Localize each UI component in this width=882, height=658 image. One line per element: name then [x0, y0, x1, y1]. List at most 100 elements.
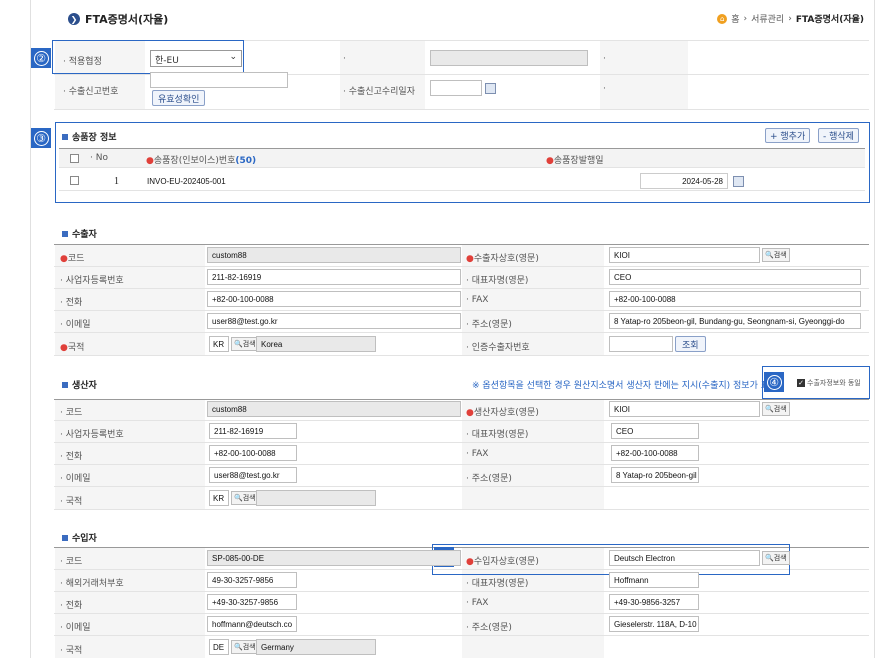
row-checkbox[interactable]	[70, 176, 79, 185]
blank-label: ·	[343, 54, 346, 64]
calendar-icon[interactable]	[485, 83, 496, 94]
exp-cert-field[interactable]	[609, 336, 673, 352]
divider	[54, 109, 869, 110]
page-title-text: FTA증명서(자율)	[85, 13, 169, 26]
prd-name-field[interactable]: KIOI	[609, 401, 760, 417]
agreement-extra-field[interactable]	[430, 50, 588, 66]
breadcrumb-home[interactable]: 홈	[731, 12, 739, 25]
row-invoice[interactable]: INVO-EU-202405-001	[147, 177, 226, 186]
prd-addr-label: · 주소(영문)	[466, 474, 512, 484]
imp-country-label-text: 국적	[65, 646, 83, 656]
prd-bizno-field[interactable]: 211-82-16919	[209, 423, 297, 439]
imp-country-code[interactable]: DE	[209, 639, 229, 655]
same-as-exporter[interactable]: ✓ 수출자정보와 동일	[797, 378, 861, 388]
exp-fax-field[interactable]: +82-00-100-0088	[609, 291, 861, 307]
select-all-checkbox[interactable]	[70, 154, 79, 163]
prd-addr-field[interactable]: 8 Yatap-ro 205beon-gil	[611, 467, 699, 483]
col-date-text: 송품장발행일	[553, 156, 604, 166]
imp-country-name: Germany	[256, 639, 376, 655]
row-date[interactable]: 2024-05-28	[640, 173, 728, 189]
producer-title-text: 생산자	[72, 381, 97, 391]
breadcrumb-docs[interactable]: 서류관리	[751, 12, 784, 25]
exp-country-code[interactable]: KR	[209, 336, 229, 352]
imp-addr-label: · 주소(영문)	[466, 623, 512, 633]
exp-name-field[interactable]: KIOI	[609, 247, 760, 263]
prd-name-label-text: 생산자상호(영문)	[473, 408, 539, 418]
imp-email-field[interactable]: hoffmann@deutsch.co	[207, 616, 297, 632]
breadcrumb-sep: ›	[743, 13, 748, 24]
home-icon[interactable]: ⌂	[717, 13, 728, 24]
lookup-button[interactable]: 조회	[675, 336, 706, 352]
prd-name-label: ●생산자상호(영문)	[466, 405, 539, 418]
imp-country-search-button[interactable]: 🔍검색	[231, 640, 259, 654]
agreement-value: 한-EU	[155, 56, 179, 66]
exp-tel-field[interactable]: +82-00-100-0088	[207, 291, 461, 307]
imp-fax-label: · FAX	[466, 598, 489, 608]
accept-date-label-text: 수출신고수리일자	[348, 87, 415, 97]
prd-email-field[interactable]: user88@test.go.kr	[209, 467, 297, 483]
imp-name-field[interactable]: Deutsch Electron	[609, 550, 760, 566]
delete-row-button[interactable]: - 행삭제	[818, 128, 859, 143]
divider	[54, 509, 869, 510]
imp-name-search-button[interactable]: 🔍검색	[762, 551, 790, 565]
accept-date-label: · 수출신고수리일자	[343, 87, 415, 97]
exp-name-search-button[interactable]: 🔍검색	[762, 248, 790, 262]
prd-code-field[interactable]: custom88	[207, 401, 461, 417]
prd-name-search-button[interactable]: 🔍검색	[762, 402, 790, 416]
callout-2-label: ②	[33, 50, 49, 66]
required-dot-icon: ●	[546, 156, 554, 166]
export-no-input[interactable]	[150, 72, 288, 88]
same-as-exporter-text: 수출자정보와 동일	[807, 379, 861, 387]
prd-country-code[interactable]: KR	[209, 490, 229, 506]
imp-email-label: · 이메일	[60, 623, 91, 633]
importer-section-title: 수입자	[62, 531, 97, 544]
arrow-circle-icon: ❯	[68, 13, 80, 25]
exp-addr-field[interactable]: 8 Yatap-ro 205beon-gil, Bundang-gu, Seon…	[609, 313, 861, 329]
exp-email-field[interactable]: user88@test.go.kr	[207, 313, 461, 329]
prd-addr-label-text: 주소(영문)	[471, 474, 512, 484]
imp-tel-field[interactable]: +49-30-3257-9856	[207, 594, 297, 610]
imp-rep-field[interactable]: Hoffmann	[609, 572, 699, 588]
add-row-button[interactable]: + 행추가	[765, 128, 811, 143]
exp-country-search-button[interactable]: 🔍검색	[231, 337, 259, 351]
imp-foreign-field[interactable]: 49-30-3257-9856	[207, 572, 297, 588]
divider	[54, 486, 869, 487]
search-icon: 🔍	[234, 643, 243, 651]
breadcrumb: ⌂ 홈 › 서류관리 › FTA증명서(자율)	[717, 12, 864, 25]
exp-code-field[interactable]: custom88	[207, 247, 461, 263]
validity-button[interactable]: 유효성확인	[152, 90, 206, 106]
imp-email-label-text: 이메일	[65, 623, 91, 633]
exp-fax-label-text: FAX	[471, 295, 489, 305]
label-bg	[600, 41, 688, 109]
imp-code-label-text: 코드	[65, 557, 83, 567]
prd-fax-label: · FAX	[466, 449, 489, 459]
prd-rep-field[interactable]: CEO	[611, 423, 699, 439]
prd-rep-label-text: 대표자명(영문)	[471, 430, 529, 440]
search-icon: 🔍	[765, 251, 774, 259]
imp-fax-field[interactable]: +49-30-9856-3257	[609, 594, 699, 610]
square-bullet-icon	[62, 133, 68, 140]
search-label: 검색	[773, 251, 787, 259]
checkbox-checked-icon[interactable]: ✓	[797, 379, 805, 387]
calendar-icon[interactable]	[733, 176, 744, 187]
exp-rep-field[interactable]: CEO	[609, 269, 861, 285]
imp-addr-field[interactable]: Gieselerstr. 118A, D-10	[609, 616, 699, 632]
prd-tel-field[interactable]: +82-00-100-0088	[209, 445, 297, 461]
exp-rep-label-text: 대표자명(영문)	[471, 276, 529, 286]
imp-rep-label-text: 대표자명(영문)	[471, 579, 529, 589]
prd-fax-field[interactable]: +82-00-100-0088	[611, 445, 699, 461]
prd-tel-label: · 전화	[60, 452, 83, 462]
imp-foreign-label-text: 해외거래처부호	[65, 579, 124, 589]
exp-bizno-label-text: 사업자등록번호	[65, 276, 124, 286]
exp-cert-label-text: 인증수출자번호	[471, 343, 530, 353]
prd-country-search-button[interactable]: 🔍검색	[231, 491, 259, 505]
required-dot-icon: ●	[146, 156, 154, 166]
required-dot-icon: ●	[60, 343, 68, 353]
col-invoice: ●송품장(인보이스)번호(50)	[146, 153, 256, 166]
imp-code-field[interactable]: SP-085-00-DE	[207, 550, 461, 566]
accept-date-input[interactable]	[430, 80, 482, 96]
exp-bizno-field[interactable]: 211-82-16919	[207, 269, 461, 285]
invoice-section-title: 송품장 정보	[62, 130, 117, 143]
divider	[54, 355, 869, 356]
agreement-select[interactable]: 한-EU ⌄	[150, 50, 242, 67]
